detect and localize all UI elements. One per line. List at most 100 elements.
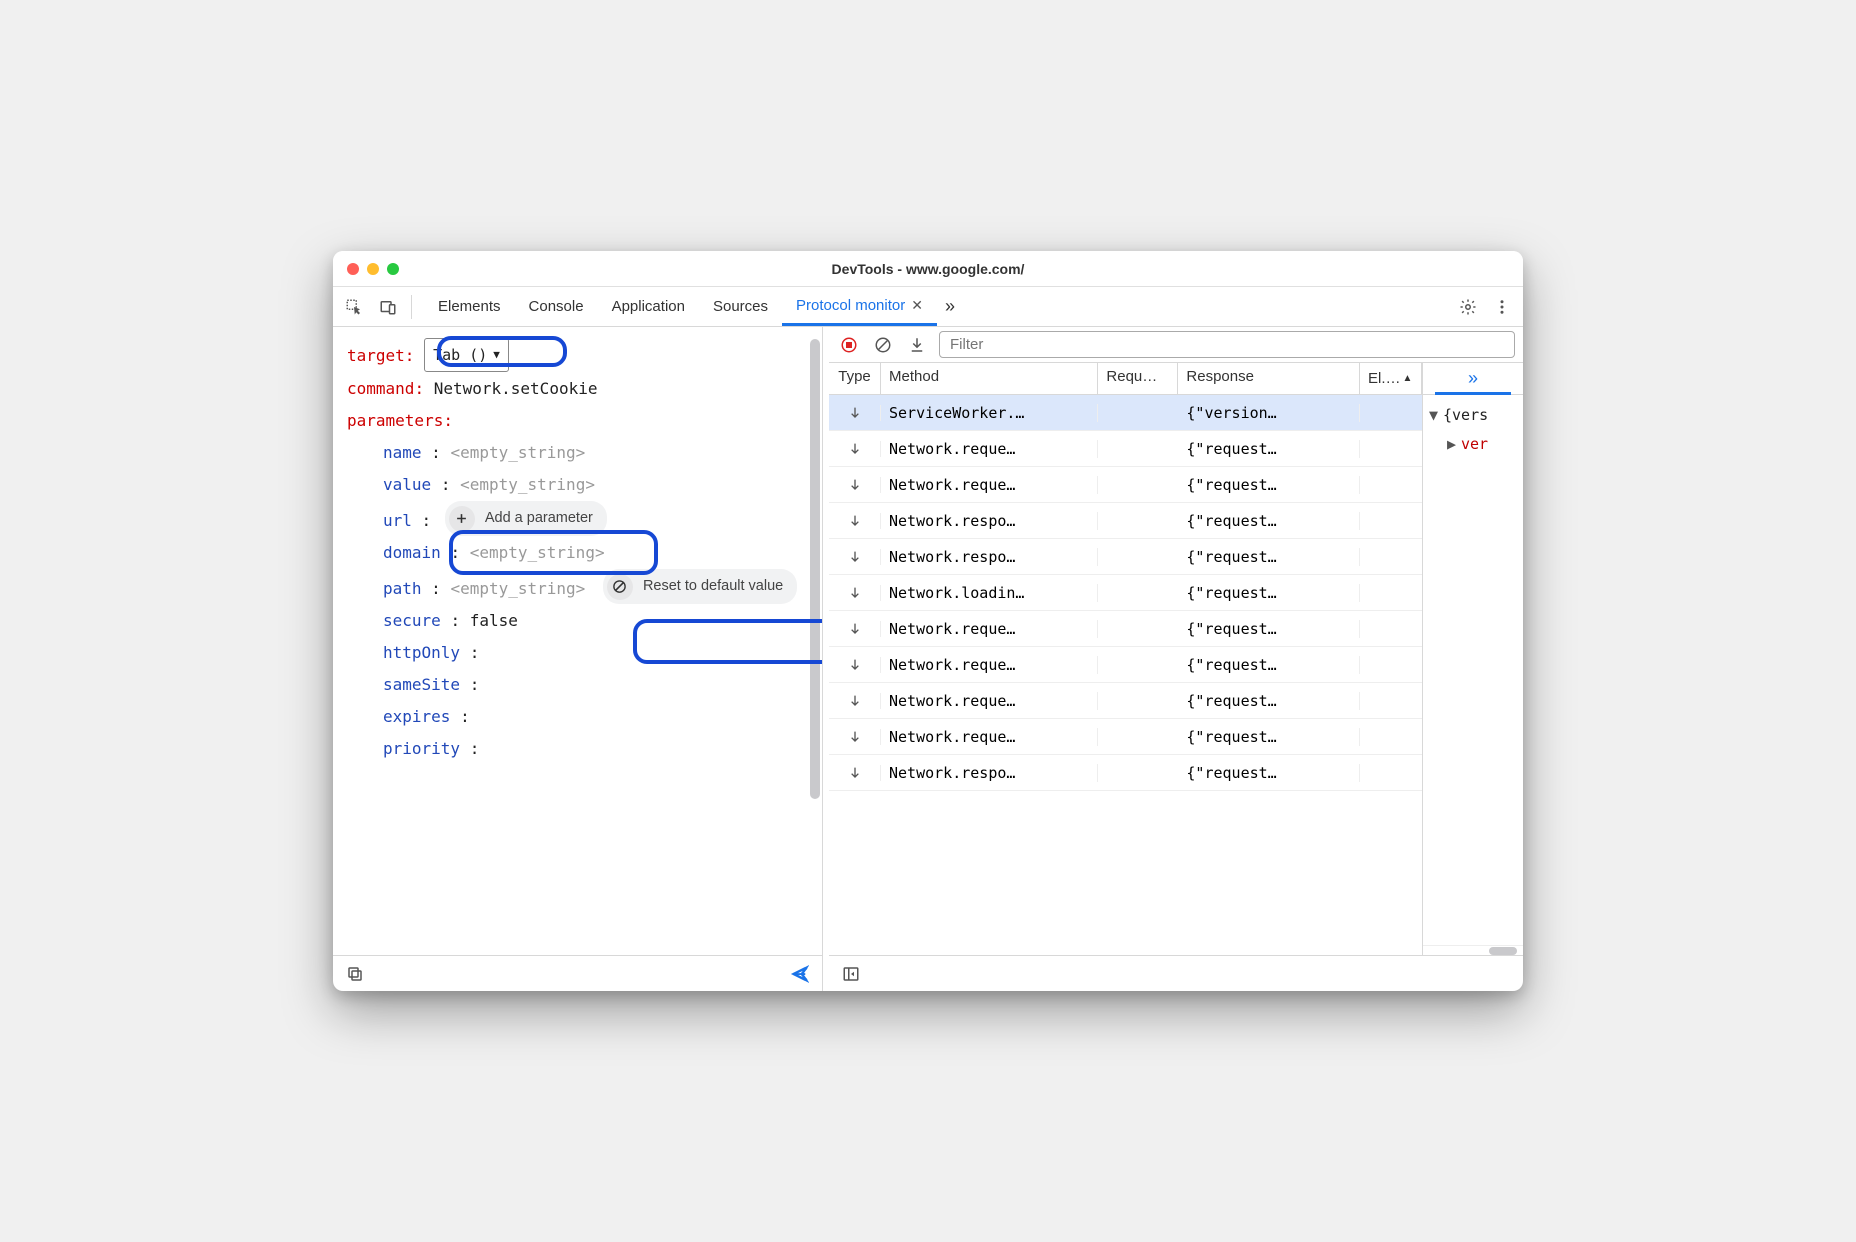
log-table: Type Method Requ… Response El.…▲ Service… — [829, 363, 1423, 955]
command-editor-pane: target: Tab () ▼ command: Network.setCoo… — [333, 327, 823, 991]
settings-icon[interactable] — [1453, 292, 1483, 322]
log-row[interactable]: Network.reque… {"request… — [829, 431, 1422, 467]
add-parameter-label: Add a parameter — [485, 504, 593, 533]
tab-sources[interactable]: Sources — [699, 287, 782, 326]
param-value[interactable]: false — [470, 611, 518, 630]
log-row[interactable]: Network.reque…{"request… — [829, 647, 1422, 683]
param-value[interactable]: <empty_string> — [450, 443, 585, 462]
detail-key: ver — [1461, 435, 1488, 453]
more-tabs-button[interactable]: » — [937, 287, 963, 326]
log-method: Network.reque… — [881, 440, 1098, 458]
kebab-menu-icon[interactable] — [1487, 292, 1517, 322]
tab-application[interactable]: Application — [598, 287, 699, 326]
detail-line: {vers — [1443, 406, 1488, 424]
send-command-icon[interactable] — [788, 962, 812, 986]
inspect-element-icon[interactable] — [339, 292, 369, 322]
log-row[interactable]: Network.respo…{"request… — [829, 755, 1422, 791]
detail-h-scrollbar[interactable] — [1423, 945, 1523, 955]
device-toolbar-icon[interactable] — [373, 292, 403, 322]
expand-arrow-icon[interactable]: ▼ — [1429, 401, 1443, 430]
log-response: {"request… — [1178, 440, 1360, 458]
devtools-window: DevTools - www.google.com/ Elements Cons… — [333, 251, 1523, 991]
log-method: Network.loadin… — [881, 584, 1098, 602]
toolbar-separator — [411, 295, 412, 319]
log-row[interactable]: Network.respo…{"request… — [829, 539, 1422, 575]
window-title: DevTools - www.google.com/ — [333, 261, 1523, 277]
plus-icon — [449, 506, 475, 532]
editor-scrollbar[interactable] — [810, 339, 820, 799]
arrow-down-icon — [829, 765, 881, 781]
log-response: {"request… — [1178, 764, 1360, 782]
target-dropdown[interactable]: Tab () ▼ — [424, 338, 509, 372]
param-value[interactable]: <empty_string> — [460, 475, 595, 494]
copy-icon[interactable] — [343, 962, 367, 986]
param-name: value — [383, 475, 431, 494]
maximize-window-button[interactable] — [387, 263, 399, 275]
log-method: Network.reque… — [881, 476, 1098, 494]
log-method: Network.reque… — [881, 656, 1098, 674]
log-response: {"request… — [1178, 512, 1360, 530]
param-value[interactable]: <empty_string> — [470, 543, 605, 562]
tab-label: Console — [529, 298, 584, 315]
save-log-icon[interactable] — [905, 333, 929, 357]
filter-input[interactable] — [939, 331, 1515, 358]
add-parameter-button[interactable]: Add a parameter — [445, 501, 607, 536]
col-elapsed[interactable]: El.…▲ — [1360, 363, 1422, 394]
tab-protocol-monitor[interactable]: Protocol monitor ✕ — [782, 287, 937, 326]
panel-tabs: Elements Console Application Sources Pro… — [424, 287, 963, 326]
reset-default-button[interactable]: Reset to default value — [603, 569, 797, 604]
param-name: url — [383, 511, 412, 530]
reset-default-label: Reset to default value — [643, 572, 783, 601]
window-controls — [347, 263, 399, 275]
tab-label: Sources — [713, 298, 768, 315]
log-row[interactable]: Network.reque…{"request… — [829, 719, 1422, 755]
arrow-down-icon — [829, 585, 881, 601]
arrow-down-icon — [829, 405, 881, 421]
log-method: Network.respo… — [881, 548, 1098, 566]
chevron-down-icon: ▼ — [493, 344, 500, 366]
log-toolbar — [829, 327, 1523, 363]
record-icon[interactable] — [837, 333, 861, 357]
col-request[interactable]: Requ… — [1098, 363, 1178, 394]
expand-arrow-icon[interactable]: ▶ — [1447, 430, 1461, 459]
pane-splitter[interactable] — [823, 327, 829, 991]
close-window-button[interactable] — [347, 263, 359, 275]
detail-tabs-overflow[interactable]: » — [1423, 363, 1523, 395]
tab-label: Elements — [438, 298, 501, 315]
param-name: expires — [383, 707, 450, 726]
log-response: {"version… — [1178, 404, 1360, 422]
log-method: ServiceWorker.… — [881, 404, 1098, 422]
col-response[interactable]: Response — [1178, 363, 1360, 394]
log-response: {"request… — [1178, 584, 1360, 602]
log-row[interactable]: ServiceWorker.… {"version… — [829, 395, 1422, 431]
col-type[interactable]: Type — [829, 363, 881, 394]
param-name: domain — [383, 543, 441, 562]
log-row[interactable]: Network.reque…{"request… — [829, 467, 1422, 503]
tab-console[interactable]: Console — [515, 287, 598, 326]
log-row[interactable]: Network.reque…{"request… — [829, 683, 1422, 719]
param-name: path — [383, 579, 422, 598]
tab-elements[interactable]: Elements — [424, 287, 515, 326]
target-key: target — [347, 346, 405, 365]
tab-label: Protocol monitor — [796, 297, 905, 314]
parameters-key: parameters — [347, 411, 443, 430]
log-row[interactable]: Network.reque…{"request… — [829, 611, 1422, 647]
toggle-left-pane-icon[interactable] — [839, 962, 863, 986]
close-tab-icon[interactable]: ✕ — [911, 297, 923, 314]
log-method: Network.reque… — [881, 692, 1098, 710]
minimize-window-button[interactable] — [367, 263, 379, 275]
param-name: secure — [383, 611, 441, 630]
log-row[interactable]: Network.respo… {"request… — [829, 503, 1422, 539]
devtools-toolbar: Elements Console Application Sources Pro… — [333, 287, 1523, 327]
command-editor[interactable]: target: Tab () ▼ command: Network.setCoo… — [333, 327, 822, 955]
param-value[interactable]: <empty_string> — [450, 579, 585, 598]
log-response: {"request… — [1178, 620, 1360, 638]
col-method[interactable]: Method — [881, 363, 1098, 394]
command-value: Network.setCookie — [434, 379, 598, 398]
log-row[interactable]: Network.loadin… {"request… — [829, 575, 1422, 611]
clear-log-icon[interactable] — [871, 333, 895, 357]
editor-footer — [333, 955, 822, 991]
arrow-down-icon — [829, 549, 881, 565]
log-table-header: Type Method Requ… Response El.…▲ — [829, 363, 1422, 395]
log-method: Network.respo… — [881, 512, 1098, 530]
